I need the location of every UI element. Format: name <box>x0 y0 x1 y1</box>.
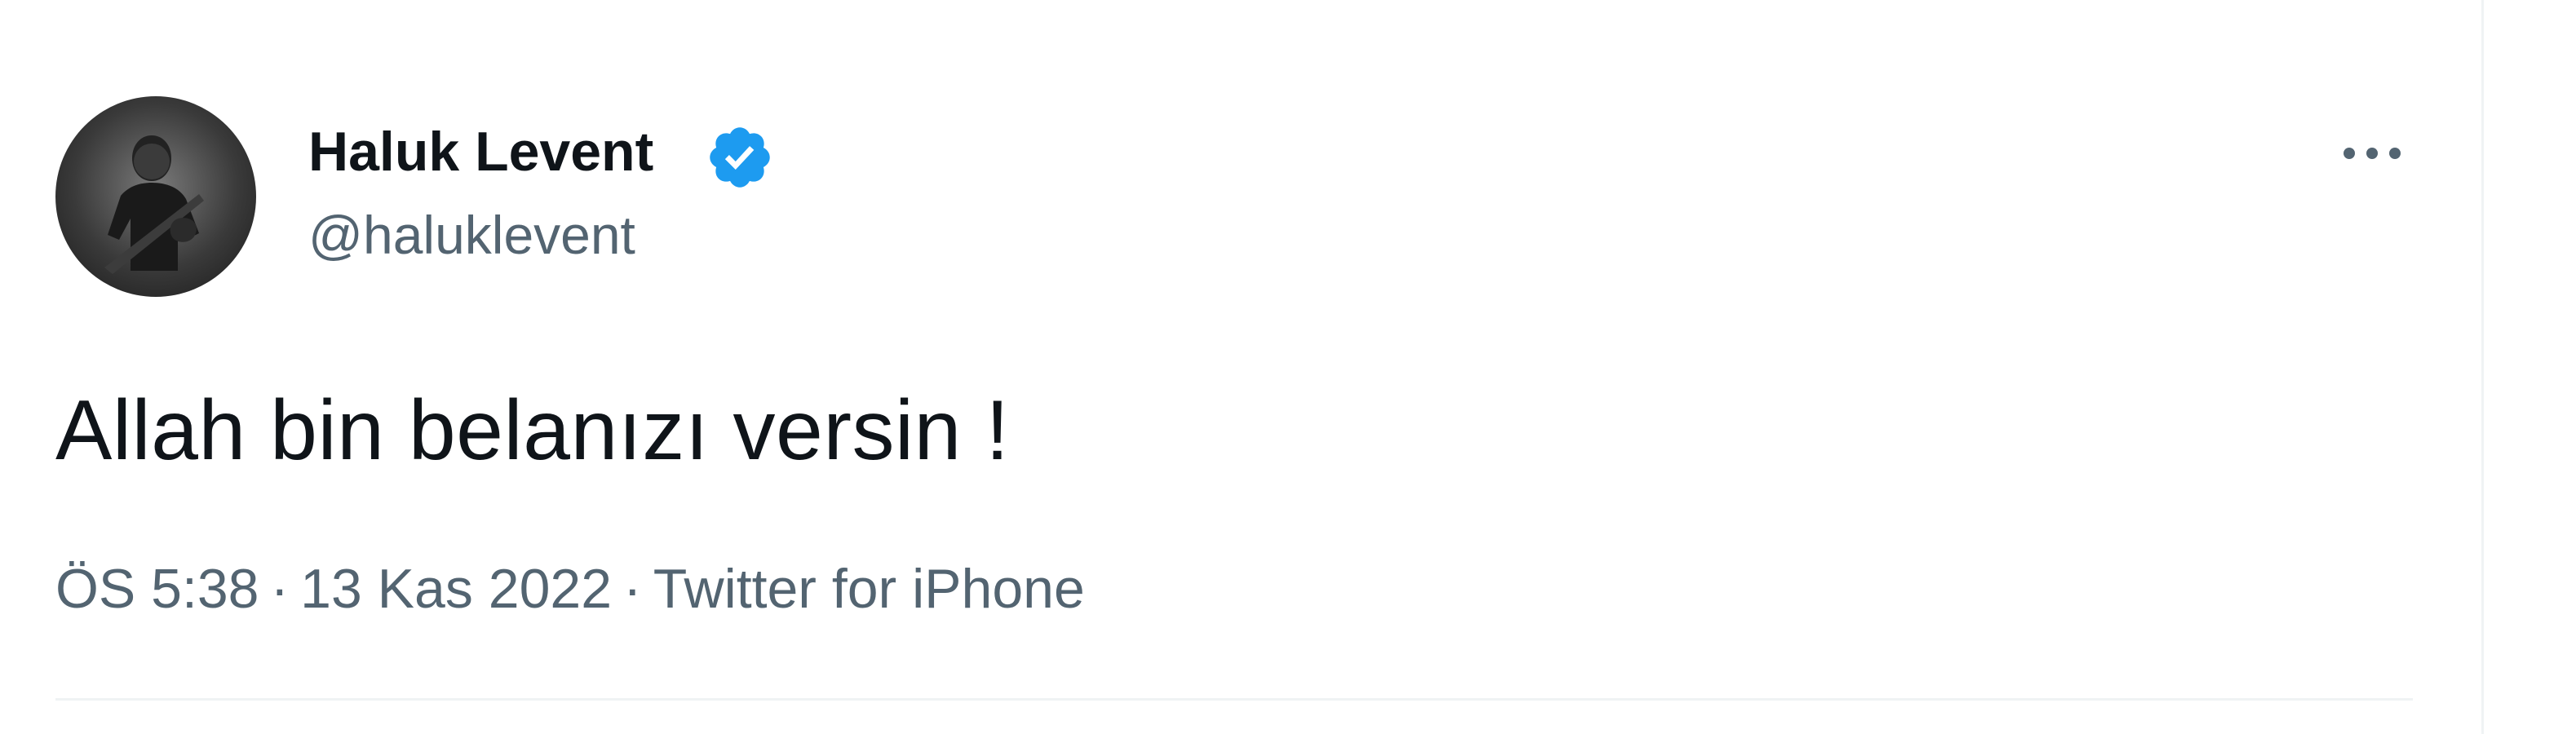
tweet-time[interactable]: ÖS 5:38 <box>55 558 259 620</box>
avatar[interactable] <box>55 96 256 297</box>
author-handle[interactable]: @haluklevent <box>308 202 635 268</box>
tweet-card: Haluk Levent @haluklevent Allah bin bela… <box>0 0 2481 734</box>
avatar-photo <box>104 135 204 274</box>
verified-badge-icon <box>710 127 770 188</box>
meta-separator: · <box>623 558 642 620</box>
tweet-text: Allah bin belanızı versin ! <box>55 383 1010 478</box>
tweet-date[interactable]: 13 Kas 2022 <box>300 558 612 620</box>
divider <box>55 698 2413 701</box>
column-border <box>2481 0 2484 734</box>
tweet-source[interactable]: Twitter for iPhone <box>653 558 1085 620</box>
more-options-icon <box>2344 148 2401 159</box>
more-options-button[interactable] <box>2335 127 2410 179</box>
meta-separator: · <box>270 558 290 620</box>
tweet-meta: ÖS 5:38 · 13 Kas 2022 · Twitter for iPhone <box>55 555 1085 623</box>
author-display-name[interactable]: Haluk Levent <box>308 119 653 184</box>
